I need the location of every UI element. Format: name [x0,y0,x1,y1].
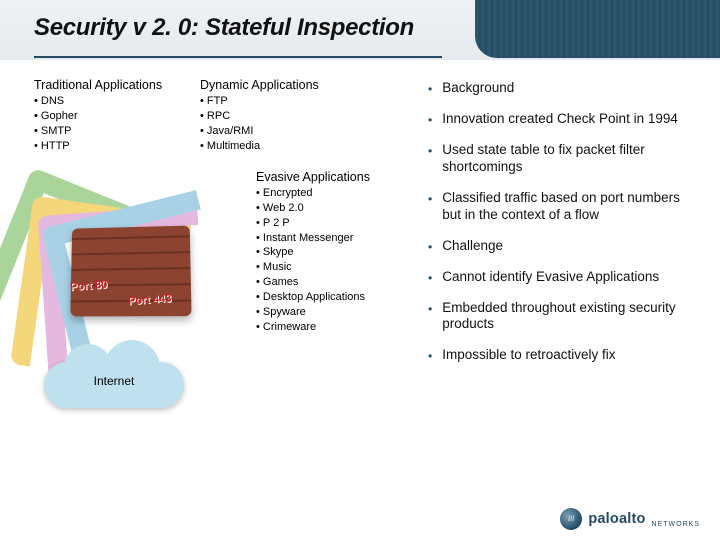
bullet-item: • Used state table to fix packet filter s… [428,142,700,176]
bullet-icon: • [428,349,432,364]
bullet-item: • Impossible to retroactively fix [428,347,700,364]
list-item: Spyware [256,305,402,320]
traditional-heading: Traditional Applications [34,78,179,92]
evasive-apps-panel: Evasive Applications Encrypted Web 2.0 P… [256,170,402,334]
list-item: Crimeware [256,320,402,335]
list-item: Multimedia [200,139,360,154]
list-item: Gopher [34,109,179,124]
bullet-text: Impossible to retroactively fix [442,347,700,364]
dynamic-heading: Dynamic Applications [200,78,360,92]
list-item: SMTP [34,124,179,139]
list-item: Music [256,260,402,275]
traditional-list: DNS Gopher SMTP HTTP [34,94,179,153]
bullet-text: Used state table to fix packet filter sh… [442,142,700,176]
bullet-icon: • [428,82,432,97]
list-item: Encrypted [256,186,402,201]
list-item: Java/RMI [200,124,360,139]
bullet-item: • Embedded throughout existing security p… [428,300,700,334]
list-item: RPC [200,109,360,124]
bullet-text: Cannot identify Evasive Applications [442,269,700,286]
bullet-icon: • [428,113,432,128]
bullet-item: • Classified traffic based on port number… [428,190,700,224]
bullet-icon: • [428,192,432,207]
internet-cloud: Internet [44,354,184,418]
list-item: Skype [256,245,402,260]
list-item: DNS [34,94,179,109]
firewall-illustration: Port 80 Port 443 Internet [30,160,260,428]
title-accent [475,0,720,58]
bullet-text: Embedded throughout existing security pr… [442,300,700,334]
bullet-item: • Challenge [428,238,700,255]
bullet-text: Classified traffic based on port numbers… [442,190,700,224]
bullet-text: Background [442,80,700,97]
list-item: Instant Messenger [256,231,402,246]
list-item: FTP [200,94,360,109]
evasive-heading: Evasive Applications [256,170,402,184]
bullet-text: Challenge [442,238,700,255]
bullet-item: • Innovation created Check Point in 1994 [428,111,700,128]
bullet-icon: • [428,144,432,159]
title-underline [34,56,442,58]
list-item: Web 2.0 [256,201,402,216]
list-item: Games [256,275,402,290]
cloud-label: Internet [44,374,184,388]
bullet-item: • Background [428,80,700,97]
bullet-icon: • [428,240,432,255]
brand-sub: NETWORKS [652,521,700,528]
dynamic-list: FTP RPC Java/RMI Multimedia [200,94,360,153]
slide-title: Security v 2. 0: Stateful Inspection [34,14,414,42]
bullet-text: Innovation created Check Point in 1994 [442,111,700,128]
list-item: P 2 P [256,216,402,231]
list-item: HTTP [34,139,179,154]
brand-logo: /// paloalto NETWORKS [560,508,700,530]
list-item: Desktop Applications [256,290,402,305]
evasive-list: Encrypted Web 2.0 P 2 P Instant Messenge… [256,186,402,334]
dynamic-apps-panel: Dynamic Applications FTP RPC Java/RMI Mu… [200,78,360,153]
bullet-icon: • [428,302,432,317]
brand-name: paloalto [588,511,645,527]
slide: Security v 2. 0: Stateful Inspection Tra… [0,0,720,540]
bullet-item: • Cannot identify Evasive Applications [428,269,700,286]
brand-mark-icon: /// [560,508,582,530]
bullet-icon: • [428,271,432,286]
main-bullets: • Background • Innovation created Check Po… [428,80,700,378]
traditional-apps-panel: Traditional Applications DNS Gopher SMTP… [34,78,179,153]
